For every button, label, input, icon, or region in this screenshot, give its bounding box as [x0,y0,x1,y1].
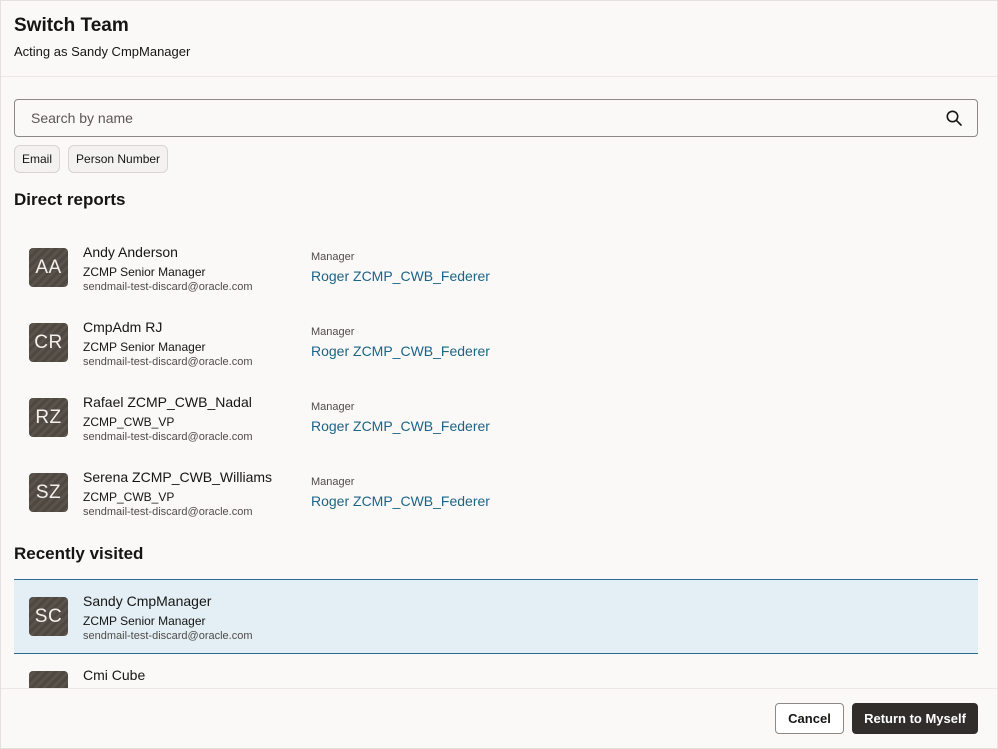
person-name: Cmi Cube [83,667,146,683]
dialog-title: Switch Team [14,15,129,36]
person-info: Andy Anderson ZCMP Senior Manager sendma… [83,244,253,294]
person-role: ZCMP_CWB_VP [83,490,175,504]
person-row[interactable]: RZ Rafael ZCMP_CWB_Nadal ZCMP_CWB_VP sen… [14,394,978,469]
manager-label: Manager [311,251,355,263]
person-info: Rafael ZCMP_CWB_Nadal ZCMP_CWB_VP sendma… [83,394,253,444]
dialog-footer: Cancel Return to Myself [1,688,997,748]
manager-link[interactable]: Roger ZCMP_CWB_Federer [311,343,490,359]
manager-label: Manager [311,401,355,413]
manager-info: Manager Roger ZCMP_CWB_Federer [311,476,490,509]
person-name: Rafael ZCMP_CWB_Nadal [83,394,252,410]
avatar [29,671,68,688]
person-role: ZCMP Senior Manager [83,340,206,354]
person-row[interactable]: AA Andy Anderson ZCMP Senior Manager sen… [14,244,978,319]
person-info: Cmi Cube [83,667,145,683]
person-email: sendmail-test-discard@oracle.com [83,506,253,518]
avatar: SZ [29,473,68,512]
search-filter-chips: Email Person Number [14,145,978,173]
person-email: sendmail-test-discard@oracle.com [83,630,253,642]
person-info: Sandy CmpManager ZCMP Senior Manager sen… [83,593,253,643]
person-info: CmpAdm RJ ZCMP Senior Manager sendmail-t… [83,319,253,369]
person-role: ZCMP_CWB_VP [83,415,175,429]
person-email: sendmail-test-discard@oracle.com [83,356,253,368]
person-name: CmpAdm RJ [83,319,163,335]
avatar: CR [29,323,68,362]
person-name: Serena ZCMP_CWB_Williams [83,469,273,485]
search-box [14,99,978,137]
avatar: SC [29,597,68,636]
manager-link[interactable]: Roger ZCMP_CWB_Federer [311,418,490,434]
person-role: ZCMP Senior Manager [83,614,206,628]
person-row[interactable]: CR CmpAdm RJ ZCMP Senior Manager sendmai… [14,319,978,394]
search-icon[interactable] [945,109,963,127]
manager-info: Manager Roger ZCMP_CWB_Federer [311,401,490,434]
manager-info: Manager Roger ZCMP_CWB_Federer [311,326,490,359]
search-input[interactable] [29,109,945,127]
person-email: sendmail-test-discard@oracle.com [83,431,253,443]
return-to-myself-button[interactable]: Return to Myself [852,703,978,734]
direct-reports-heading: Direct reports [14,190,126,209]
avatar: RZ [29,398,68,437]
person-name: Sandy CmpManager [83,593,212,609]
filter-chip-person-number[interactable]: Person Number [68,145,169,173]
person-row-selected[interactable]: SC Sandy CmpManager ZCMP Senior Manager … [14,579,978,654]
cancel-button[interactable]: Cancel [775,703,844,734]
person-email: sendmail-test-discard@oracle.com [83,281,253,293]
manager-link[interactable]: Roger ZCMP_CWB_Federer [311,493,490,509]
dialog-header: Switch Team Acting as Sandy CmpManager [1,1,997,77]
manager-label: Manager [311,326,355,338]
person-info: Serena ZCMP_CWB_Williams ZCMP_CWB_VP sen… [83,469,272,519]
manager-info: Manager Roger ZCMP_CWB_Federer [311,251,490,284]
person-row[interactable]: SZ Serena ZCMP_CWB_Williams ZCMP_CWB_VP … [14,469,978,544]
recently-visited-list: SC Sandy CmpManager ZCMP Senior Manager … [14,579,978,688]
person-name: Andy Anderson [83,244,178,260]
manager-link[interactable]: Roger ZCMP_CWB_Federer [311,268,490,284]
dialog-subtitle: Acting as Sandy CmpManager [14,44,191,59]
filter-chip-email[interactable]: Email [14,145,61,173]
recently-visited-heading: Recently visited [14,544,144,563]
switch-team-dialog: Switch Team Acting as Sandy CmpManager E… [0,0,998,749]
dialog-body[interactable]: Email Person Number Direct reports AA An… [1,78,997,688]
direct-reports-list: AA Andy Anderson ZCMP Senior Manager sen… [14,244,978,544]
manager-label: Manager [311,476,355,488]
person-role: ZCMP Senior Manager [83,265,206,279]
avatar: AA [29,248,68,287]
person-row[interactable]: Cmi Cube [14,654,978,688]
